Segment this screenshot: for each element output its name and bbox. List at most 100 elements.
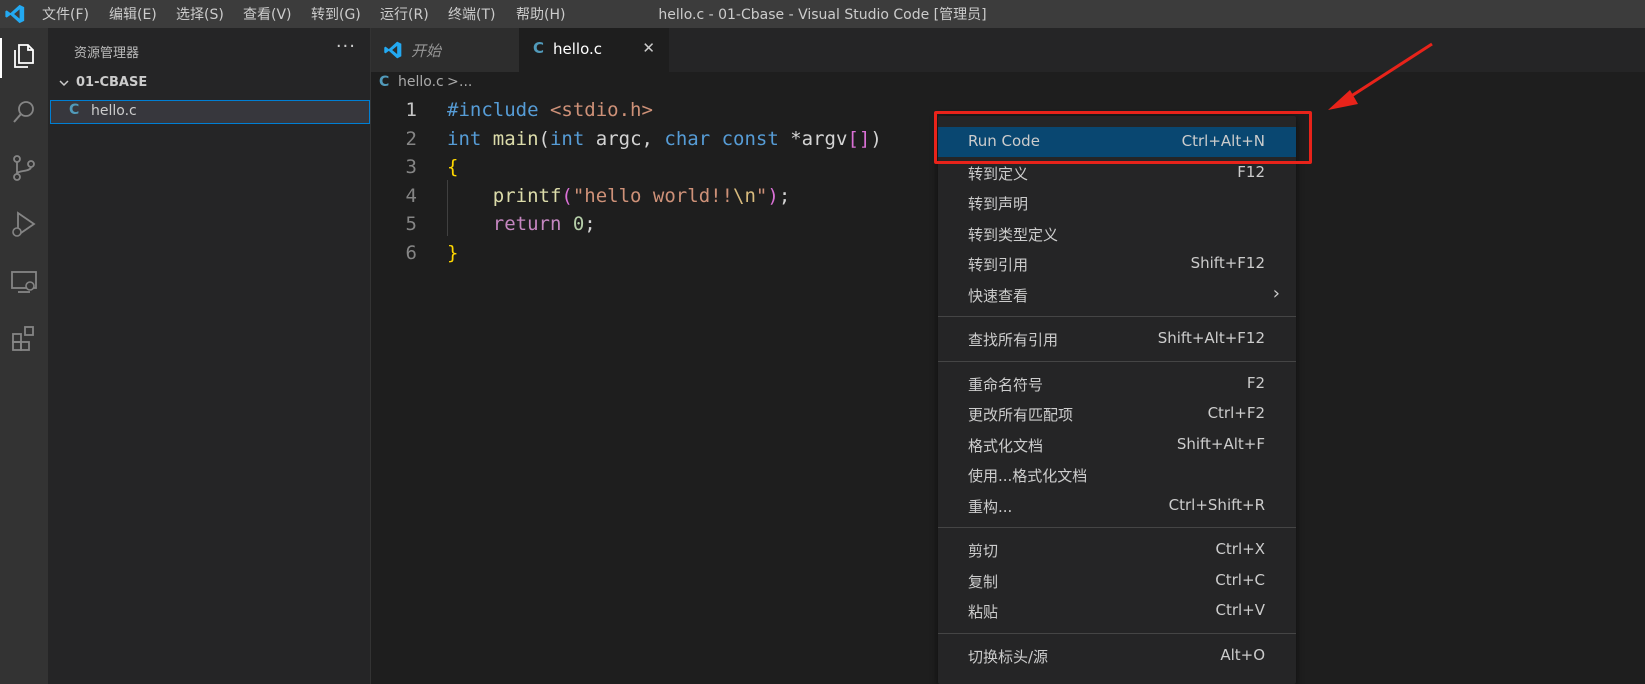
tab-welcome[interactable]: 开始 bbox=[371, 28, 519, 72]
menu-item-label: 粘贴 bbox=[968, 603, 999, 621]
code-token: #include bbox=[447, 99, 550, 121]
context-menu-item[interactable]: 使用...格式化文档 bbox=[938, 460, 1296, 490]
code-text: } bbox=[447, 239, 458, 267]
extensions-icon[interactable] bbox=[8, 322, 40, 354]
folder-header[interactable]: 01-CBASE bbox=[58, 75, 147, 90]
title-bar: 文件(F) 编辑(E) 选择(S) 查看(V) 转到(G) 运行(R) 终端(T) 帮助(H)… bbox=[0, 0, 1645, 28]
search-icon[interactable] bbox=[8, 96, 40, 128]
chevron-right-icon: › bbox=[1272, 282, 1280, 304]
code-token: } bbox=[447, 241, 459, 264]
menu-item-shortcut: F2 bbox=[1246, 373, 1265, 392]
tab-welcome-label: 开始 bbox=[411, 42, 442, 60]
menu-item-label: 转到引用 bbox=[968, 256, 1029, 274]
code-text: { bbox=[447, 153, 458, 181]
context-menu-item[interactable]: 更改所有匹配项 Ctrl+F2 bbox=[938, 399, 1296, 429]
context-menu-item[interactable]: 剪切 Ctrl+X bbox=[938, 535, 1296, 565]
file-name: hello.c bbox=[91, 103, 137, 119]
menu-item-label: 更改所有匹配项 bbox=[968, 406, 1074, 424]
context-menu-item[interactable]: 粘贴 Ctrl+V bbox=[938, 596, 1296, 626]
breadcrumb-separator: > bbox=[447, 74, 459, 90]
menu-item-shortcut: F12 bbox=[1237, 162, 1265, 181]
menu-item-label: 重命名符号 bbox=[968, 375, 1044, 394]
menu-item-shortcut: Ctrl+F2 bbox=[1207, 404, 1265, 422]
code-token: const bbox=[721, 127, 791, 150]
annotation-arrow-icon bbox=[1328, 42, 1433, 110]
code-token: argc, bbox=[595, 127, 665, 150]
active-indicator bbox=[0, 38, 2, 78]
menu-item-label: 重构... bbox=[968, 497, 1013, 516]
code-token: ; bbox=[584, 213, 596, 235]
menu-item-shortcut: Ctrl+C bbox=[1215, 570, 1265, 589]
code-token: ; bbox=[778, 184, 791, 207]
code-token: printf bbox=[492, 184, 562, 207]
line-number: 4 bbox=[405, 184, 417, 207]
editor-tab-bar: 开始 C hello.c ✕ bbox=[371, 28, 1645, 72]
context-menu-item[interactable]: 转到引用 Shift+F12 bbox=[938, 249, 1296, 279]
code-text: #include <stdio.h> bbox=[447, 96, 653, 124]
context-menu-item[interactable]: 重构... Ctrl+Shift+R bbox=[938, 491, 1296, 521]
context-menu-item[interactable]: 重命名符号 F2 bbox=[938, 369, 1296, 399]
activity-bar bbox=[0, 28, 48, 684]
remote-explorer-icon[interactable] bbox=[8, 266, 40, 298]
window-title: hello.c - 01-Cbase - Visual Studio Code … bbox=[658, 7, 987, 23]
menu-item-shortcut: Alt+O bbox=[1220, 645, 1265, 664]
context-menu-item[interactable]: 复制 Ctrl+C bbox=[938, 566, 1296, 596]
menu-item-label: 查找所有引用 bbox=[968, 331, 1059, 349]
code-token: ( bbox=[538, 127, 550, 150]
more-actions-icon[interactable]: ··· bbox=[336, 36, 356, 57]
code-token: \n bbox=[733, 184, 756, 207]
code-token: { bbox=[447, 156, 459, 178]
context-menu-item[interactable]: 切换标头/源 Alt+O bbox=[938, 641, 1296, 671]
c-file-icon: C bbox=[533, 39, 545, 57]
tab-hello-c[interactable]: C hello.c ✕ bbox=[519, 28, 669, 72]
menu-item-label: 快速查看 bbox=[968, 286, 1029, 305]
menu-item-label: 转到定义 bbox=[968, 164, 1029, 183]
code-token: ) bbox=[870, 127, 882, 150]
context-menu-item[interactable]: 快速查看 › bbox=[938, 280, 1296, 310]
code-token: int bbox=[447, 127, 493, 150]
context-menu-item[interactable]: 转到声明 bbox=[938, 188, 1296, 218]
menu-separator bbox=[938, 527, 1296, 528]
menu-item-shortcut: Ctrl+X bbox=[1215, 540, 1265, 558]
close-icon[interactable]: ✕ bbox=[642, 39, 655, 57]
highlight-box bbox=[934, 111, 1312, 164]
context-menu-item[interactable]: 格式化文档 Shift+Alt+F bbox=[938, 430, 1296, 460]
code-text: int main(int argc, char const *argv[]) bbox=[447, 125, 882, 153]
menu-item-shortcut: Shift+Alt+F12 bbox=[1157, 329, 1265, 347]
code-token: ) bbox=[767, 184, 779, 207]
code-token: return bbox=[492, 213, 573, 235]
menu-item-label: 转到声明 bbox=[968, 195, 1029, 213]
context-menu-item[interactable]: 查找所有引用 Shift+Alt+F12 bbox=[938, 324, 1296, 354]
code-token: "hello world!! bbox=[572, 184, 734, 207]
code-token: int bbox=[549, 127, 596, 150]
code-token: ( bbox=[561, 184, 573, 207]
menu-separator bbox=[938, 632, 1296, 634]
line-number: 5 bbox=[405, 213, 417, 235]
breadcrumb-more[interactable]: ... bbox=[459, 74, 472, 90]
run-debug-icon[interactable] bbox=[8, 208, 40, 240]
c-file-icon: C bbox=[69, 102, 80, 118]
menu-item-label: 格式化文档 bbox=[968, 436, 1044, 455]
menu-item-label: 复制 bbox=[968, 572, 999, 591]
menu-item-label: 剪切 bbox=[968, 542, 999, 560]
code-token: 0 bbox=[572, 213, 585, 235]
code-text: return 0; bbox=[447, 210, 596, 238]
source-control-icon[interactable] bbox=[8, 152, 40, 184]
menu-item-shortcut: Shift+Alt+F bbox=[1176, 434, 1265, 453]
context-menu: Run Code Ctrl+Alt+N 转到定义 F12 转到声明 转到类型定义 转到引用 S… bbox=[938, 116, 1296, 684]
code-token: main bbox=[492, 127, 539, 150]
explorer-sidebar: 资源管理器 ··· 01-CBASE C hello.c bbox=[48, 28, 371, 684]
line-number: 1 bbox=[405, 99, 417, 121]
code-text: printf("hello world!!\n"); bbox=[447, 182, 791, 210]
breadcrumb-file[interactable]: hello.c bbox=[398, 74, 444, 90]
file-item-hello-c[interactable]: C hello.c bbox=[50, 100, 370, 124]
line-number: 6 bbox=[405, 241, 417, 264]
code-token: [] bbox=[847, 127, 871, 150]
menu-separator bbox=[938, 360, 1296, 362]
menu-item-shortcut: Shift+F12 bbox=[1190, 254, 1265, 272]
context-menu-item[interactable]: 转到类型定义 bbox=[938, 219, 1296, 249]
menu-item-label: 使用...格式化文档 bbox=[968, 467, 1088, 485]
explorer-icon[interactable] bbox=[8, 40, 40, 72]
